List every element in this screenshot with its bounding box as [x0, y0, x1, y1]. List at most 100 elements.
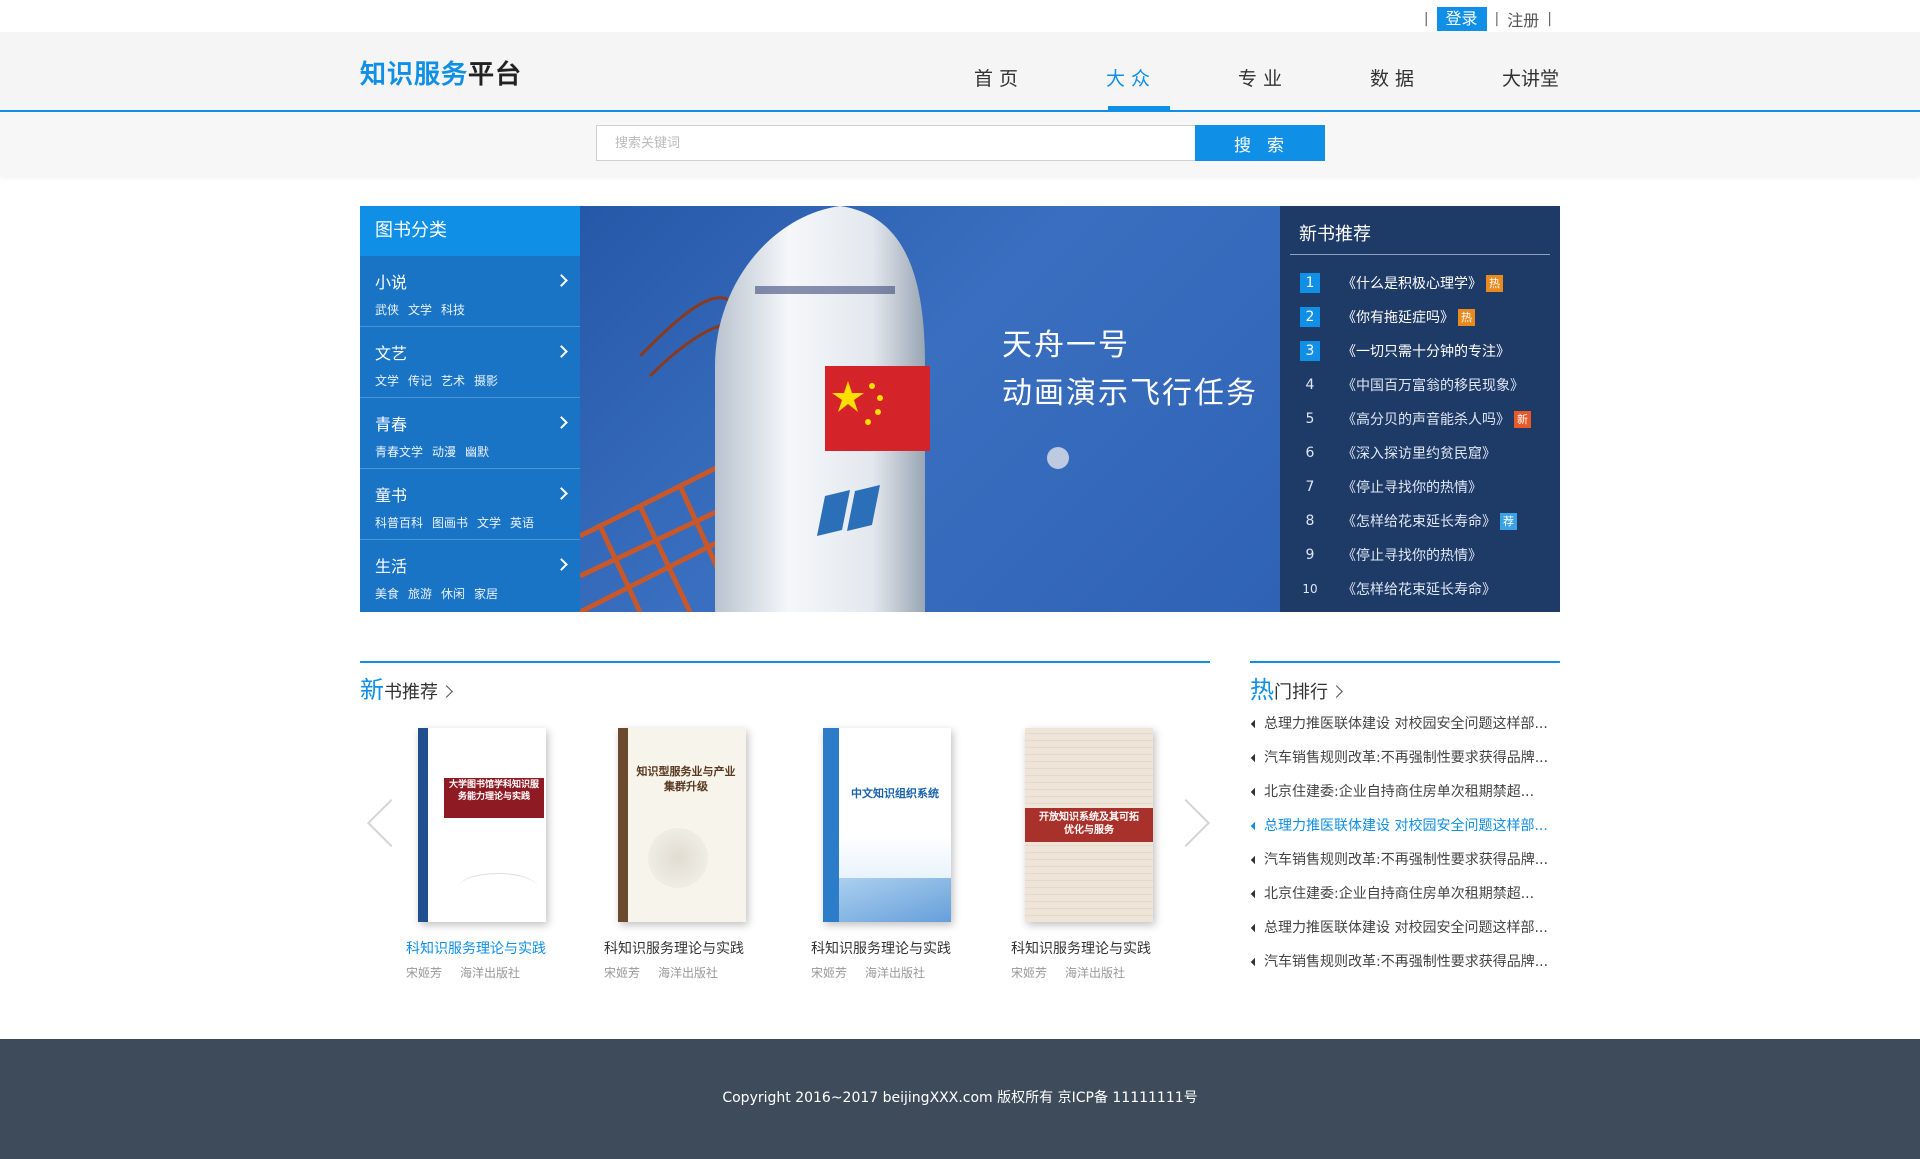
- book-title[interactable]: 科知识服务理论与实践: [604, 938, 784, 958]
- recommend-badge: 荐: [1500, 512, 1517, 530]
- ranked-book-item[interactable]: 7 《停止寻找你的热情》: [1280, 470, 1560, 504]
- hot-section-title[interactable]: 热门排行: [1250, 670, 1343, 705]
- book-name: 《中国百万富翁的移民现象》: [1342, 378, 1524, 394]
- hero-banner[interactable]: 天舟一号 动画演示飞行任务: [580, 206, 1280, 612]
- nav-item-public[interactable]: 大众: [1106, 64, 1156, 91]
- book-publisher: 海洋出版社: [865, 966, 926, 980]
- ranked-book-item[interactable]: 9 《停止寻找你的热情》: [1280, 538, 1560, 572]
- hot-list-item[interactable]: 北京住建委:企业自持商住房单次租期禁超...: [1250, 877, 1560, 911]
- category-tag[interactable]: 文学: [408, 301, 432, 318]
- category-item-novel[interactable]: 小说 武侠 文学 科技: [360, 256, 580, 327]
- book-name: 《高分贝的声音能杀人吗》: [1342, 412, 1510, 428]
- chevron-right-icon: [440, 685, 453, 698]
- category-tag[interactable]: 动漫: [432, 443, 456, 460]
- banner-subtitle: 动画演示飞行任务: [1002, 376, 1258, 411]
- ranked-book-item[interactable]: 10 《怎样给花束延长寿命》: [1280, 572, 1560, 606]
- nav-item-home[interactable]: 首页: [974, 64, 1024, 91]
- hot-list-item[interactable]: 总理力推医联体建设 对校园安全问题这样部...: [1250, 911, 1560, 945]
- book-cover[interactable]: 开放知识系统及其可拓优化与服务: [1025, 728, 1153, 922]
- hot-list-item[interactable]: 北京住建委:企业自持商住房单次租期禁超...: [1250, 775, 1560, 809]
- hot-list-item[interactable]: 汽车销售规则改革:不再强制性要求获得品牌...: [1250, 741, 1560, 775]
- ranked-book-item[interactable]: 6 《深入探访里约贫民窟》: [1280, 436, 1560, 470]
- ranked-book-item[interactable]: 4 《中国百万富翁的移民现象》: [1280, 368, 1560, 402]
- book-cover[interactable]: 知识型服务业与产业集群升级: [618, 728, 746, 922]
- rank-number: 7: [1305, 479, 1315, 495]
- category-title: 小说: [375, 273, 408, 292]
- hot-list-item[interactable]: 总理力推医联体建设 对校园安全问题这样部...: [1250, 707, 1560, 741]
- book-title[interactable]: 科知识服务理论与实践: [1011, 938, 1191, 958]
- rank-number: 5: [1305, 411, 1315, 427]
- ranked-book-item[interactable]: 2 《你有拖延症吗》 热: [1280, 300, 1560, 334]
- ranked-book-item[interactable]: 1 《什么是积极心理学》 热: [1280, 266, 1560, 300]
- cover-title: 开放知识系统及其可拓优化与服务: [1039, 812, 1139, 836]
- category-tag[interactable]: 家居: [474, 585, 498, 602]
- category-tag[interactable]: 艺术: [441, 372, 465, 389]
- category-title: 童书: [375, 486, 408, 505]
- rank-number: 2: [1300, 307, 1320, 327]
- section-divider: [1250, 661, 1560, 663]
- hot-list-item[interactable]: 汽车销售规则改革:不再强制性要求获得品牌...: [1250, 843, 1560, 877]
- book-cover[interactable]: 中文知识组织系统: [823, 728, 951, 922]
- book-card: 知识型服务业与产业集群升级 科知识服务理论与实践 宋姬芳 海洋出版社: [604, 728, 784, 981]
- nav-item-lecture-hall[interactable]: 大讲堂: [1502, 64, 1559, 91]
- book-title[interactable]: 科知识服务理论与实践: [406, 938, 586, 958]
- book-category-panel: 图书分类 小说 武侠 文学 科技 文艺 文学 传记 艺术 摄影 青春 青春文学 …: [360, 206, 580, 612]
- category-tag[interactable]: 美食: [375, 585, 399, 602]
- cover-title: 大学图书馆学科知识服务能力理论与实践: [448, 780, 539, 802]
- book-title[interactable]: 科知识服务理论与实践: [811, 938, 991, 958]
- category-item-life[interactable]: 生活 美食 旅游 休闲 家居: [360, 540, 580, 611]
- category-tag[interactable]: 旅游: [408, 585, 432, 602]
- title-text: 门排行: [1274, 682, 1328, 703]
- hot-badge: 热: [1486, 274, 1503, 292]
- banner-title: 天舟一号: [1002, 328, 1130, 363]
- book-name: 《停止寻找你的热情》: [1342, 480, 1482, 496]
- search-input[interactable]: [596, 125, 1196, 161]
- hot-ranking-list: 总理力推医联体建设 对校园安全问题这样部... 汽车销售规则改革:不再强制性要求…: [1250, 707, 1560, 979]
- new-books-section-title[interactable]: 新书推荐: [360, 670, 453, 705]
- hot-list-item[interactable]: 总理力推医联体建设 对校园安全问题这样部...: [1250, 809, 1560, 843]
- ranked-book-item[interactable]: 8 《怎样给花束延长寿命》 荐: [1280, 504, 1560, 538]
- account-links: | 登录 | 注册 |: [1416, 7, 1560, 31]
- separator: |: [1547, 11, 1552, 27]
- account-bar: | 登录 | 注册 |: [0, 0, 1920, 32]
- category-tag[interactable]: 幽默: [465, 443, 489, 460]
- category-tag[interactable]: 摄影: [474, 372, 498, 389]
- book-cover[interactable]: 大学图书馆学科知识服务能力理论与实践: [418, 728, 546, 922]
- hot-list-item[interactable]: 汽车销售规则改革:不再强制性要求获得品牌...: [1250, 945, 1560, 979]
- hot-badge: 热: [1458, 308, 1475, 326]
- new-books-panel-title: 新书推荐: [1299, 224, 1371, 245]
- category-tag[interactable]: 文学: [375, 372, 399, 389]
- nav-item-professional[interactable]: 专业: [1238, 64, 1288, 91]
- category-tag[interactable]: 青春文学: [375, 443, 423, 460]
- chevron-right-icon: [1330, 685, 1343, 698]
- search-button[interactable]: 搜索: [1195, 125, 1325, 161]
- category-tag[interactable]: 图画书: [432, 514, 468, 531]
- category-tag[interactable]: 传记: [408, 372, 432, 389]
- category-item-youth[interactable]: 青春 青春文学 动漫 幽默: [360, 398, 580, 469]
- category-tag[interactable]: 休闲: [441, 585, 465, 602]
- book-author: 宋姬芳: [811, 966, 848, 980]
- book-publisher: 海洋出版社: [658, 966, 719, 980]
- rank-number: 3: [1300, 341, 1320, 361]
- rank-number: 4: [1305, 377, 1315, 393]
- carousel-prev-arrow-icon[interactable]: [362, 796, 392, 848]
- category-item-arts[interactable]: 文艺 文学 传记 艺术 摄影: [360, 327, 580, 398]
- section-divider: [360, 661, 1210, 663]
- rank-number: 9: [1305, 547, 1315, 563]
- nav-item-data[interactable]: 数据: [1370, 64, 1420, 91]
- book-name: 《停止寻找你的热情》: [1342, 548, 1482, 564]
- banner-caption: 天舟一号 动画演示飞行任务: [1002, 322, 1258, 418]
- category-tag[interactable]: 武侠: [375, 301, 399, 318]
- title-text: 书推荐: [384, 682, 438, 703]
- category-title: 生活: [375, 557, 408, 576]
- book-author: 宋姬芳: [604, 966, 641, 980]
- category-tag[interactable]: 英语: [510, 514, 534, 531]
- register-link[interactable]: 注册: [1507, 7, 1539, 31]
- ranked-book-item[interactable]: 3 《一切只需十分钟的专注》: [1280, 334, 1560, 368]
- category-item-children[interactable]: 童书 科普百科 图画书 文学 英语: [360, 469, 580, 540]
- category-tag[interactable]: 科普百科: [375, 514, 423, 531]
- category-tag[interactable]: 科技: [441, 301, 465, 318]
- ranked-book-item[interactable]: 5 《高分贝的声音能杀人吗》 新: [1280, 402, 1560, 436]
- category-tag[interactable]: 文学: [477, 514, 501, 531]
- login-button[interactable]: 登录: [1436, 7, 1487, 31]
